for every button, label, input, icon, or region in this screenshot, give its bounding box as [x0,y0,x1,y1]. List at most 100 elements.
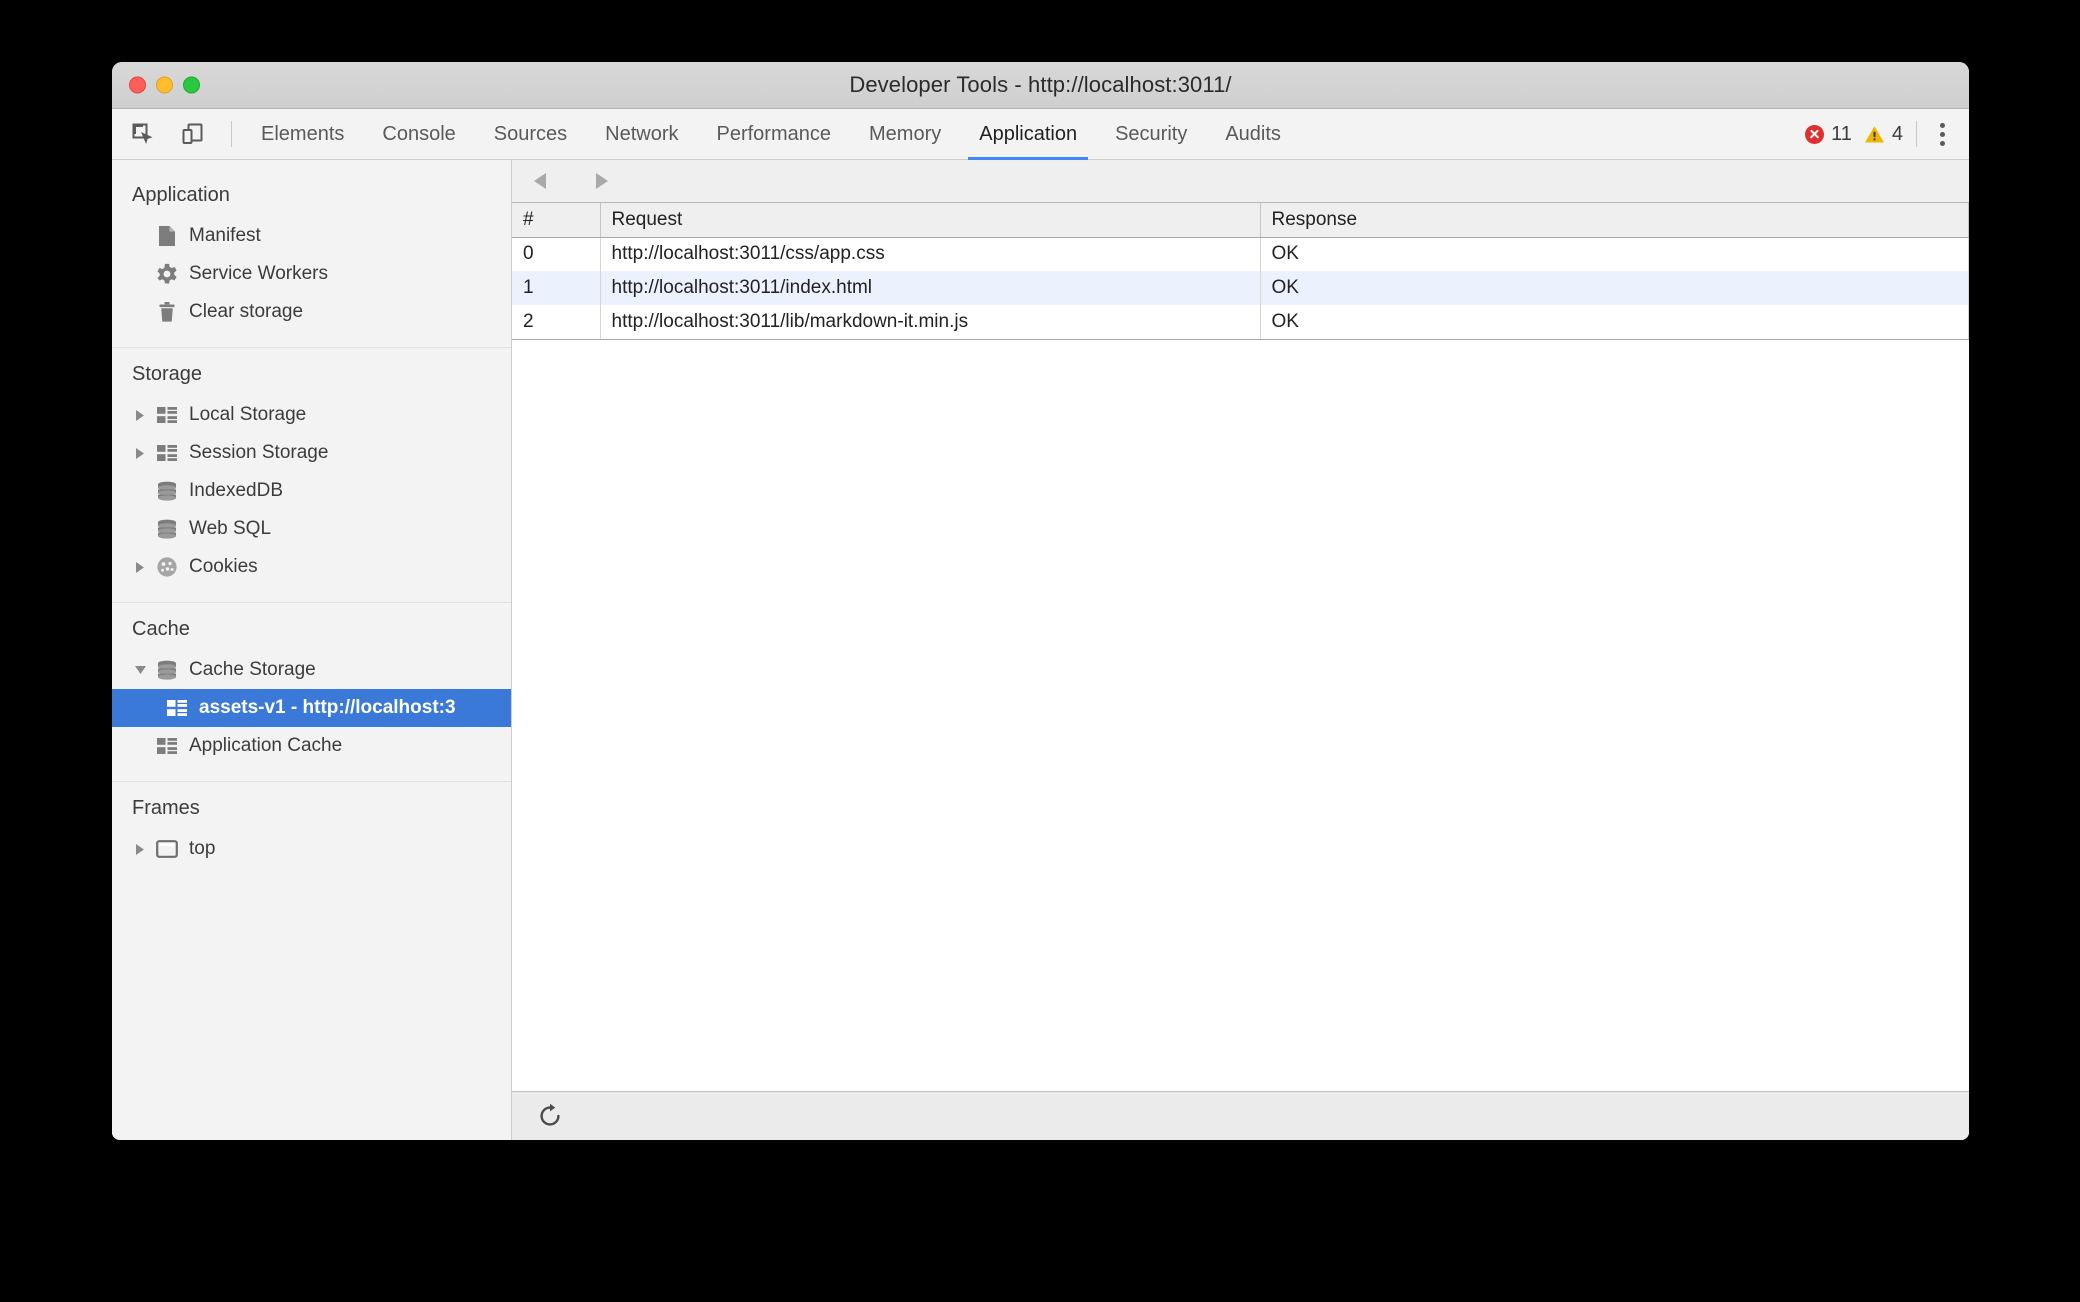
sidebar-item-label: Application Cache [189,735,343,756]
tabbar-tool-icons [112,109,242,159]
sidebar-item-label: Cookies [189,556,258,577]
sidebar-item-label: Cache Storage [189,659,316,680]
cell-response: OK [1260,305,1969,340]
sidebar-item-service-workers[interactable]: Service Workers [112,255,511,293]
navigate-forward-icon[interactable] [584,166,618,196]
tab-sources[interactable]: Sources [475,109,586,159]
cache-toolbar [512,160,1969,203]
chevron-down-icon[interactable] [134,664,152,676]
sidebar-item-clear-storage[interactable]: Clear storage [112,293,511,331]
table-row[interactable]: 2 http://localhost:3011/lib/markdown-it.… [512,305,1969,340]
database-icon [154,660,180,680]
application-panel-body: Application Manifest Service Workers Cle… [112,160,1969,1140]
sidebar-item-local-storage[interactable]: Local Storage [112,396,511,434]
sidebar-section-storage: Storage Local Storage Session Storage In… [112,347,511,602]
tab-elements[interactable]: Elements [242,109,363,159]
application-sidebar: Application Manifest Service Workers Cle… [112,160,512,1140]
gear-icon [154,263,180,285]
sidebar-item-web-sql[interactable]: Web SQL [112,510,511,548]
table-header-row: # Request Response [512,203,1969,238]
chevron-right-icon[interactable] [134,447,152,460]
devtools-window: Developer Tools - http://localhost:3011/ [112,62,1969,1140]
sidebar-item-manifest[interactable]: Manifest [112,217,511,255]
toolbar-divider [231,121,232,147]
sidebar-section-title: Storage [132,363,203,385]
cell-number: 0 [512,237,601,271]
database-icon [154,519,180,539]
frame-icon [154,840,180,858]
tab-performance[interactable]: Performance [698,109,851,159]
error-counter[interactable]: 11 [1800,123,1857,146]
manifest-document-icon [154,225,180,247]
sidebar-item-label: Local Storage [189,404,307,425]
cell-request: http://localhost:3011/css/app.css [600,237,1261,271]
inspect-element-icon[interactable] [125,116,161,152]
sidebar-item-label: Manifest [189,225,261,246]
sidebar-item-cache-storage[interactable]: Cache Storage [112,651,511,689]
sidebar-item-label: top [189,838,216,859]
table-icon [154,737,180,755]
sidebar-item-label: Web SQL [189,518,272,539]
cell-number: 2 [512,305,601,340]
chevron-right-icon[interactable] [134,409,152,422]
trash-icon [154,301,180,323]
error-icon [1805,124,1825,144]
sidebar-section-title: Application [132,184,230,206]
cookie-icon [154,556,180,578]
close-window-button[interactable] [129,76,146,94]
sidebar-item-session-storage[interactable]: Session Storage [112,434,511,472]
traffic-lights [129,76,200,94]
window-titlebar: Developer Tools - http://localhost:3011/ [112,62,1969,109]
tab-console[interactable]: Console [363,109,474,159]
maximize-window-button[interactable] [183,76,200,94]
tab-audits[interactable]: Audits [1206,109,1300,159]
tab-network[interactable]: Network [586,109,697,159]
chevron-right-icon[interactable] [134,843,152,856]
sidebar-item-assets-v1-cache[interactable]: assets-v1 - http://localhost:3 [112,689,511,727]
table-icon [154,444,180,462]
table-icon [164,699,190,717]
sidebar-item-label: Session Storage [189,442,329,463]
window-title: Developer Tools - http://localhost:3011/ [849,72,1232,97]
sidebar-item-label: IndexedDB [189,480,284,501]
tab-security[interactable]: Security [1096,109,1206,159]
navigate-back-icon[interactable] [524,166,558,196]
error-count-label: 11 [1831,122,1852,145]
database-icon [154,481,180,501]
chevron-right-icon[interactable] [134,561,152,574]
cell-request: http://localhost:3011/lib/markdown-it.mi… [600,305,1261,340]
cell-response: OK [1260,271,1969,305]
column-header-number[interactable]: # [512,203,601,238]
cell-number: 1 [512,271,601,305]
column-header-response[interactable]: Response [1260,203,1969,238]
sidebar-item-indexeddb[interactable]: IndexedDB [112,472,511,510]
sidebar-section-title: Frames [132,797,200,819]
sidebar-item-label: Clear storage [189,301,304,322]
cache-footer-toolbar [512,1091,1969,1140]
warning-icon [1864,125,1885,144]
table-icon [154,406,180,424]
minimize-window-button[interactable] [156,76,173,94]
more-options-icon[interactable] [1927,117,1957,151]
sidebar-section-frames: Frames top [112,781,511,884]
sidebar-section-cache: Cache Cache Storage assets-v1 - http://l… [112,602,511,781]
column-header-request[interactable]: Request [600,203,1261,238]
sidebar-item-label: Service Workers [189,263,329,284]
sidebar-section-title: Cache [132,618,190,640]
refresh-icon[interactable] [532,1098,568,1134]
toggle-device-toolbar-icon[interactable] [175,116,211,152]
warning-count-label: 4 [1891,122,1903,145]
cache-entries-table-wrap[interactable]: # Request Response 0 http://localhost:30… [512,203,1969,1091]
tab-application[interactable]: Application [960,109,1096,160]
sidebar-item-top-frame[interactable]: top [112,830,511,868]
panel-tabs: Elements Console Sources Network Perform… [242,109,1300,160]
sidebar-section-application: Application Manifest Service Workers Cle… [112,169,511,347]
tab-memory[interactable]: Memory [850,109,960,159]
table-row[interactable]: 0 http://localhost:3011/css/app.css OK [512,237,1969,271]
sidebar-item-cookies[interactable]: Cookies [112,548,511,586]
status-divider [1916,121,1917,147]
warning-counter[interactable]: 4 [1859,123,1908,146]
sidebar-item-application-cache[interactable]: Application Cache [112,727,511,765]
tabbar-status-area: 11 4 [1800,109,1969,159]
table-row[interactable]: 1 http://localhost:3011/index.html OK [512,271,1969,305]
